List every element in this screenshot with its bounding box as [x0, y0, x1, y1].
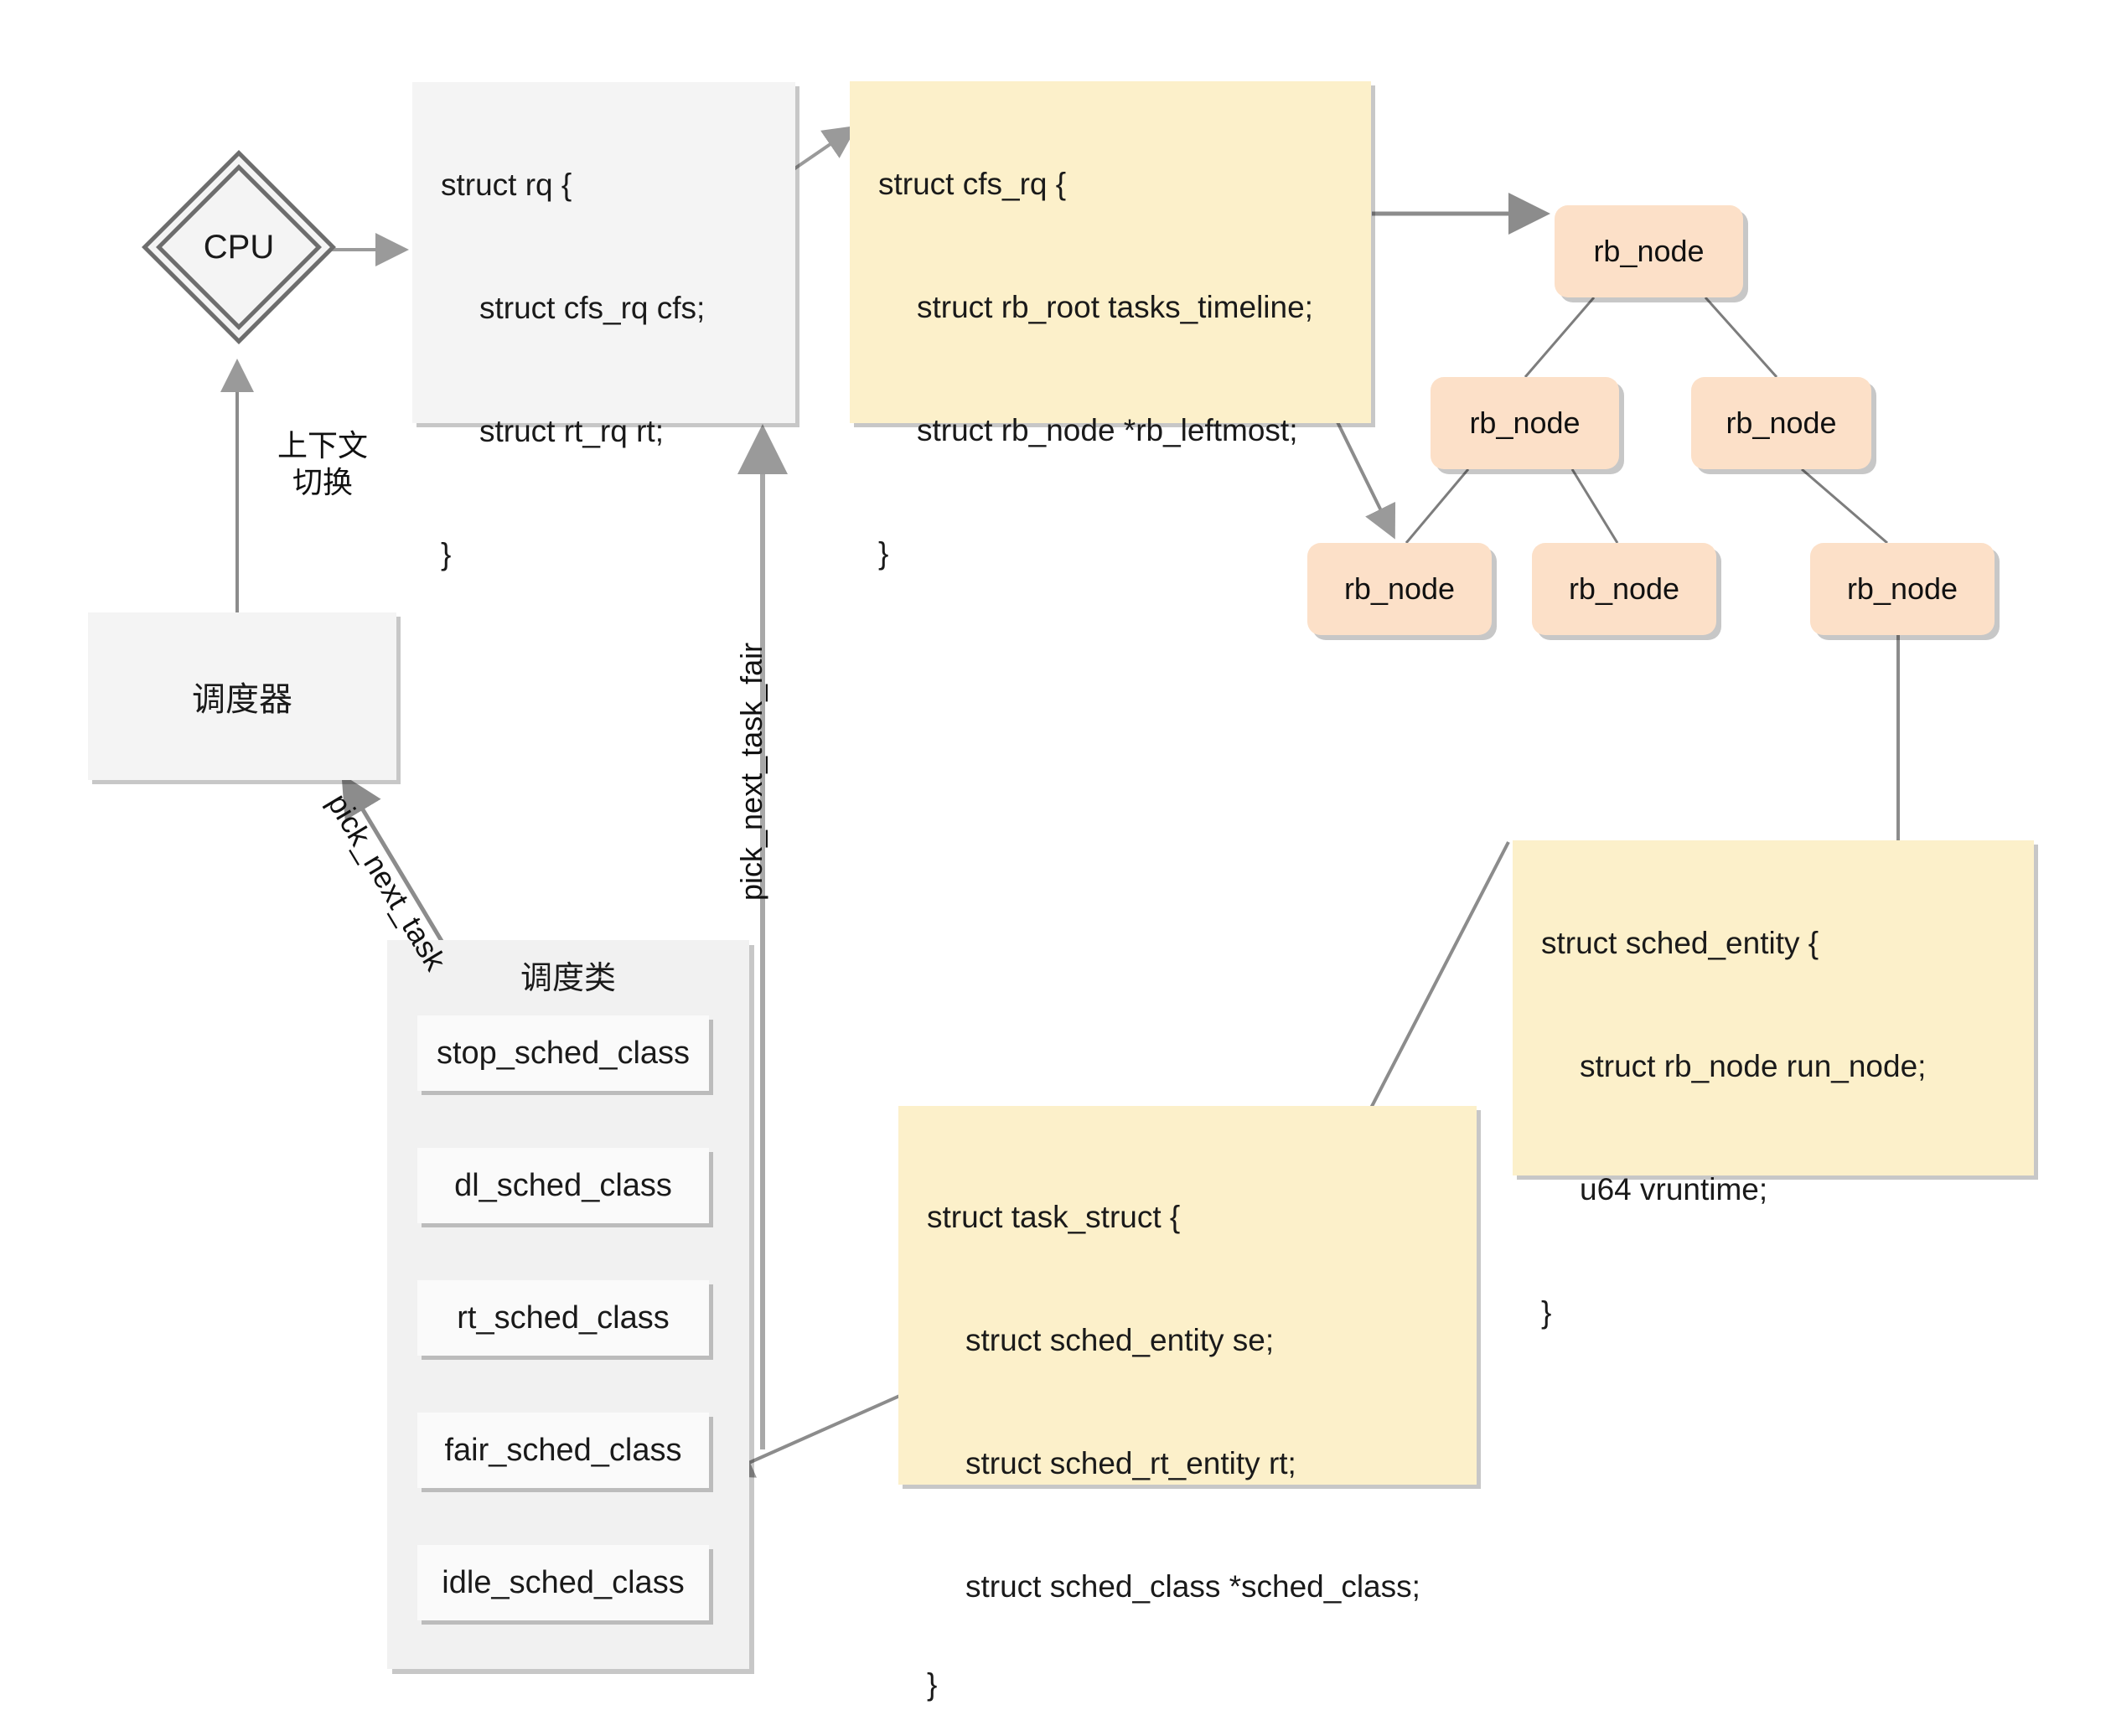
- edge-rbtree-l1-left: [1405, 468, 1470, 544]
- struct-cfs-rq-line-2: struct rb_node *rb_leftmost;: [917, 413, 1298, 447]
- scheduler-box[interactable]: 调度器: [88, 612, 396, 780]
- rb-node-root[interactable]: rb_node: [1555, 205, 1743, 297]
- sched-class-item-label: idle_sched_class: [442, 1564, 685, 1600]
- rb-node-label: rb_node: [1593, 234, 1705, 268]
- struct-cfs-rq-line-3: }: [878, 536, 889, 571]
- edge-rbtree-r1-right: [1801, 468, 1888, 545]
- label-pick-next-task-fair: pick_next_task_fair: [734, 642, 768, 901]
- struct-task-struct-line-0: struct task_struct {: [927, 1200, 1181, 1234]
- edge-rbtree-root-right: [1704, 296, 1778, 379]
- struct-cfs-rq-line-0: struct cfs_rq {: [878, 167, 1067, 201]
- struct-task-struct-line-3: struct sched_class *sched_class;: [965, 1569, 1420, 1604]
- diagram-canvas: CPU struct rq { struct cfs_rq cfs; struc…: [0, 0, 2111, 1736]
- struct-rq-line-0: struct rq {: [441, 168, 572, 202]
- struct-sched-entity-line-2: u64 vruntime;: [1580, 1172, 1768, 1206]
- struct-sched-entity-box[interactable]: struct sched_entity { struct rb_node run…: [1513, 840, 2034, 1328]
- struct-rq-line-2: struct rt_rq rt;: [479, 414, 664, 448]
- struct-sched-entity-line-3: }: [1541, 1295, 1552, 1330]
- edge-rbtree-l1-right: [1570, 468, 1619, 544]
- sched-class-item-stop-sched-class[interactable]: stop_sched_class: [417, 1015, 709, 1091]
- rb-node-lr2[interactable]: rb_node: [1532, 543, 1716, 635]
- rb-node-rr2[interactable]: rb_node: [1810, 543, 1995, 635]
- struct-task-struct-code: struct task_struct { struct sched_entity…: [898, 1106, 1477, 1700]
- sched-class-item-label: dl_sched_class: [454, 1167, 672, 1203]
- sched-class-item-dl-sched-class[interactable]: dl_sched_class: [417, 1148, 709, 1223]
- struct-cfs-rq-code: struct cfs_rq { struct rb_root tasks_tim…: [850, 81, 1371, 569]
- rb-node-label: rb_node: [1568, 571, 1680, 606]
- rb-node-l1[interactable]: rb_node: [1431, 377, 1619, 469]
- sched-class-item-fair-sched-class[interactable]: fair_sched_class: [417, 1413, 709, 1488]
- sched-class-item-label: fair_sched_class: [444, 1432, 682, 1468]
- struct-task-struct-line-4: }: [927, 1667, 938, 1702]
- struct-task-struct-line-2: struct sched_rt_entity rt;: [965, 1446, 1296, 1480]
- edge-rbtree-root-left: [1524, 297, 1596, 378]
- struct-cfs-rq-line-1: struct rb_root tasks_timeline;: [917, 290, 1313, 324]
- struct-rq-line-3: }: [441, 537, 452, 571]
- struct-task-struct-box[interactable]: struct task_struct { struct sched_entity…: [898, 1106, 1477, 1700]
- rb-node-label: rb_node: [1846, 571, 1958, 606]
- sched-class-item-idle-sched-class[interactable]: idle_sched_class: [417, 1545, 709, 1620]
- sched-class-item-label: stop_sched_class: [436, 1035, 691, 1071]
- sched-class-item-rt-sched-class[interactable]: rt_sched_class: [417, 1280, 709, 1356]
- scheduler-label: 调度器: [192, 681, 292, 718]
- struct-rq-box[interactable]: struct rq { struct cfs_rq cfs; struct rt…: [412, 82, 795, 570]
- rb-node-r1[interactable]: rb_node: [1691, 377, 1871, 469]
- sched-class-item-label: rt_sched_class: [457, 1299, 670, 1336]
- cpu-node[interactable]: CPU: [142, 150, 336, 344]
- struct-task-struct-line-1: struct sched_entity se;: [965, 1323, 1275, 1357]
- struct-sched-entity-line-0: struct sched_entity {: [1541, 926, 1819, 960]
- struct-sched-entity-code: struct sched_entity { struct rb_node run…: [1513, 840, 2034, 1328]
- cpu-label: CPU: [203, 228, 275, 266]
- label-context-switch: 上下文 切换: [277, 428, 368, 499]
- rb-node-label: rb_node: [1469, 406, 1581, 440]
- rb-node-label: rb_node: [1726, 406, 1837, 440]
- struct-rq-code: struct rq { struct cfs_rq cfs; struct rt…: [412, 82, 795, 570]
- struct-rq-line-1: struct cfs_rq cfs;: [479, 291, 706, 325]
- rb-node-ll2[interactable]: rb_node: [1307, 543, 1492, 635]
- struct-cfs-rq-box[interactable]: struct cfs_rq { struct rb_root tasks_tim…: [850, 81, 1371, 569]
- rb-node-label: rb_node: [1343, 571, 1456, 606]
- struct-sched-entity-line-1: struct rb_node run_node;: [1580, 1049, 1927, 1083]
